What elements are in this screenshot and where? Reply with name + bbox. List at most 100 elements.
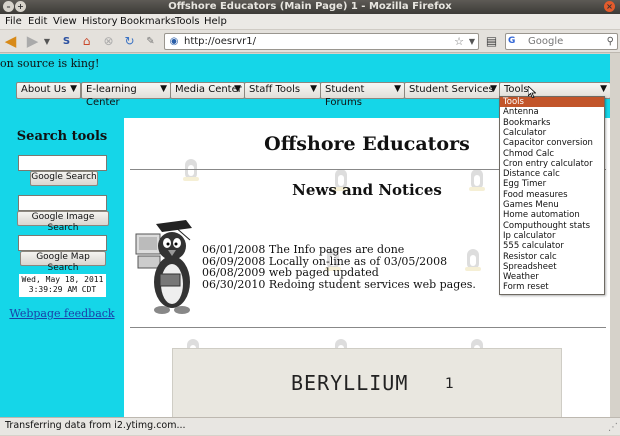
- image-number: 1: [445, 376, 454, 392]
- select-e-learning-center[interactable]: E-learning Center ▼: [81, 82, 171, 108]
- dropdown-option[interactable]: Home automation: [500, 210, 604, 220]
- select-label: E-learning Center: [86, 84, 137, 108]
- google-search-field[interactable]: [18, 155, 107, 171]
- search-input[interactable]: [528, 35, 603, 48]
- dropdown-option[interactable]: Capacitor conversion: [500, 138, 604, 148]
- url-bar[interactable]: ◉ http://oesrvr1/ ☆ ▼: [164, 33, 479, 50]
- navigation-toolbar: ◀ ▶ ▼ S ⌂ ⊗ ↻ ✎ ◉ http://oesrvr1/ ☆ ▼ ▤ …: [0, 30, 620, 53]
- dropdown-option[interactable]: Distance calc: [500, 169, 604, 179]
- history-dropdown-icon[interactable]: ▼: [42, 33, 52, 50]
- clock-date: Wed, May 18, 2011: [21, 275, 104, 284]
- select-label: Student Services: [409, 84, 494, 95]
- mouse-cursor-icon: [528, 86, 536, 98]
- clock-display: Wed, May 18, 2011 3:39:29 AM CDT: [19, 274, 106, 297]
- tools-dropdown-list: Tools Antenna Bookmarks Calculator Capacitor…: [499, 96, 605, 295]
- google-image-search-field[interactable]: [18, 195, 107, 211]
- chevron-down-icon: ▼: [600, 84, 607, 94]
- select-label: About Us: [21, 84, 67, 95]
- menu-bookmarks[interactable]: Bookmarks: [120, 15, 176, 29]
- google-search-button[interactable]: Google Search: [30, 171, 98, 186]
- stop-icon[interactable]: ⊗: [100, 33, 117, 50]
- menu-history[interactable]: History: [82, 15, 118, 29]
- marquee-text: on source is king!: [0, 57, 100, 70]
- web-search-box[interactable]: G ⚲: [505, 33, 618, 50]
- menu-bar: File Edit View History Bookmarks Tools H…: [0, 14, 620, 30]
- chevron-down-icon: ▼: [70, 84, 77, 94]
- url-text[interactable]: http://oesrvr1/: [184, 34, 256, 49]
- close-icon[interactable]: ×: [604, 1, 615, 12]
- menu-edit[interactable]: Edit: [28, 15, 47, 29]
- select-label: Media Center: [175, 84, 242, 95]
- menu-tools[interactable]: Tools: [175, 15, 200, 29]
- news-item: 06/08/2009 web paged updated: [202, 266, 379, 279]
- select-label: Staff Tools: [249, 84, 301, 95]
- dropdown-option[interactable]: Computhought stats: [500, 221, 604, 231]
- chevron-down-icon: ▼: [394, 84, 401, 94]
- select-about-us[interactable]: About Us ▼: [16, 82, 81, 99]
- news-list: 06/01/2008 The Info pages are done 06/09…: [202, 244, 476, 290]
- menu-view[interactable]: View: [53, 15, 77, 29]
- beryllium-image: BERYLLIUM 1: [172, 348, 562, 417]
- url-dropdown-icon[interactable]: ▼: [469, 34, 475, 49]
- divider: [130, 327, 606, 328]
- dropdown-option[interactable]: 555 calculator: [500, 241, 604, 251]
- search-tools-sidebar: Search tools Google Search Google Image …: [0, 118, 124, 417]
- dropdown-option[interactable]: Form reset: [500, 282, 604, 292]
- home-icon[interactable]: ⌂: [78, 33, 95, 50]
- dropdown-option[interactable]: Spreadsheet: [500, 262, 604, 272]
- dropdown-option[interactable]: Food measures: [500, 190, 604, 200]
- select-media-center[interactable]: Media Center ▼: [170, 82, 245, 99]
- tux-graduate-illustration: [135, 220, 192, 314]
- window-title-bar: – + Offshore Educators (Main Page) 1 - M…: [0, 0, 620, 14]
- sidebar-heading: Search tools: [16, 129, 108, 144]
- dropdown-option[interactable]: Antenna: [500, 107, 604, 117]
- resize-grip-icon[interactable]: ⋰: [608, 420, 618, 436]
- minimize-icon[interactable]: –: [3, 1, 14, 12]
- status-text: Transferring data from i2.ytimg.com...: [5, 420, 186, 431]
- status-bar: Transferring data from i2.ytimg.com... ⋰: [0, 417, 620, 435]
- search-engine-icon[interactable]: G: [508, 35, 526, 48]
- news-item: 06/30/2010 Redoing student services web …: [202, 277, 476, 291]
- back-icon[interactable]: ◀: [2, 33, 19, 50]
- image-caption: BERYLLIUM: [291, 371, 409, 395]
- search-icon[interactable]: ⚲: [607, 34, 614, 49]
- menu-help[interactable]: Help: [204, 15, 227, 29]
- dropdown-option[interactable]: Chmod Calc: [500, 149, 604, 159]
- site-identity-icon[interactable]: ◉: [167, 35, 181, 48]
- dropdown-option[interactable]: Bookmarks: [500, 118, 604, 128]
- addon-icon[interactable]: S: [58, 33, 75, 50]
- select-label: Tools: [504, 84, 529, 95]
- window-title: Offshore Educators (Main Page) 1 - Mozil…: [168, 1, 452, 12]
- select-student-services[interactable]: Student Services ▼: [404, 82, 501, 99]
- print-icon[interactable]: ▤: [483, 33, 500, 50]
- marquee-banner: on source is king!: [0, 54, 610, 76]
- dropdown-option[interactable]: Calculator: [500, 128, 604, 138]
- chevron-down-icon: ▼: [160, 84, 167, 94]
- dropdown-option[interactable]: Resistor calc: [500, 252, 604, 262]
- news-item: 06/01/2008 The Info pages are done: [202, 243, 405, 256]
- reload-icon[interactable]: ↻: [121, 33, 138, 50]
- dropdown-option[interactable]: Egg Timer: [500, 179, 604, 189]
- clock-time: 3:39:29 AM CDT: [28, 285, 97, 294]
- dropdown-option[interactable]: Cron entry calculator: [500, 159, 604, 169]
- tux-watermark: [182, 159, 200, 181]
- chevron-down-icon: ▼: [490, 84, 497, 94]
- select-label: Student Forums: [325, 84, 365, 108]
- google-image-search-button[interactable]: Google Image Search: [17, 211, 109, 233]
- extension-icon[interactable]: ✎: [142, 33, 159, 50]
- select-staff-tools[interactable]: Staff Tools ▼: [244, 82, 321, 99]
- dropdown-option[interactable]: Ip calculator: [500, 231, 604, 241]
- bookmark-star-icon[interactable]: ☆: [454, 34, 464, 49]
- google-map-search-field[interactable]: [18, 235, 107, 251]
- chevron-down-icon: ▼: [310, 84, 317, 94]
- chevron-down-icon: ▼: [234, 84, 241, 94]
- maximize-icon[interactable]: +: [15, 1, 26, 12]
- dropdown-option[interactable]: Weather: [500, 272, 604, 282]
- forward-icon[interactable]: ▶: [24, 33, 41, 50]
- webpage-feedback-link[interactable]: Webpage feedback: [0, 307, 124, 320]
- dropdown-option[interactable]: Games Menu: [500, 200, 604, 210]
- menu-file[interactable]: File: [5, 15, 22, 29]
- select-student-forums[interactable]: Student Forums ▼: [320, 82, 405, 108]
- google-map-search-button[interactable]: Google Map Search: [20, 251, 106, 273]
- dropdown-option[interactable]: Tools: [500, 97, 604, 108]
